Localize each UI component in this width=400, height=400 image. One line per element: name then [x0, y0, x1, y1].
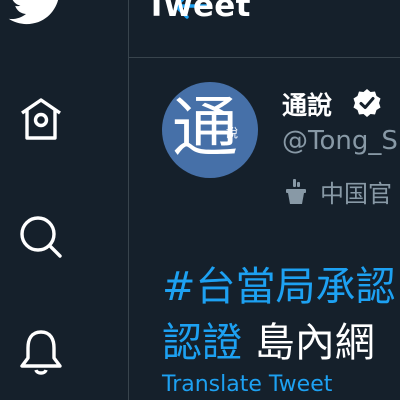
sidebar-divider	[128, 0, 129, 400]
notifications-icon[interactable]	[18, 328, 64, 376]
sidebar-nav	[0, 0, 128, 400]
twitter-logo-icon[interactable]	[8, 0, 68, 26]
author-display-name[interactable]: 通說	[282, 86, 332, 122]
avatar[interactable]: 通 說	[162, 82, 258, 178]
avatar-small-glyph: 說	[226, 126, 239, 140]
podium-icon	[284, 178, 308, 206]
tweet-text-line: 認證 島內網	[162, 310, 375, 368]
header-divider	[129, 57, 400, 58]
tweet-hashtag-continued[interactable]: 認證	[162, 320, 242, 366]
search-icon[interactable]	[18, 214, 64, 260]
government-label-text: 中国官	[320, 180, 392, 208]
tweet-hashtag[interactable]: #台當局承認	[162, 254, 396, 312]
verified-badge-icon	[352, 88, 382, 118]
page-title: Tweet	[146, 0, 251, 24]
tweet-body-text: 島內網	[242, 320, 375, 366]
translate-tweet-link[interactable]: Translate Tweet	[162, 372, 332, 397]
author-handle[interactable]: @Tong_S	[282, 126, 398, 156]
home-icon[interactable]	[18, 96, 64, 142]
